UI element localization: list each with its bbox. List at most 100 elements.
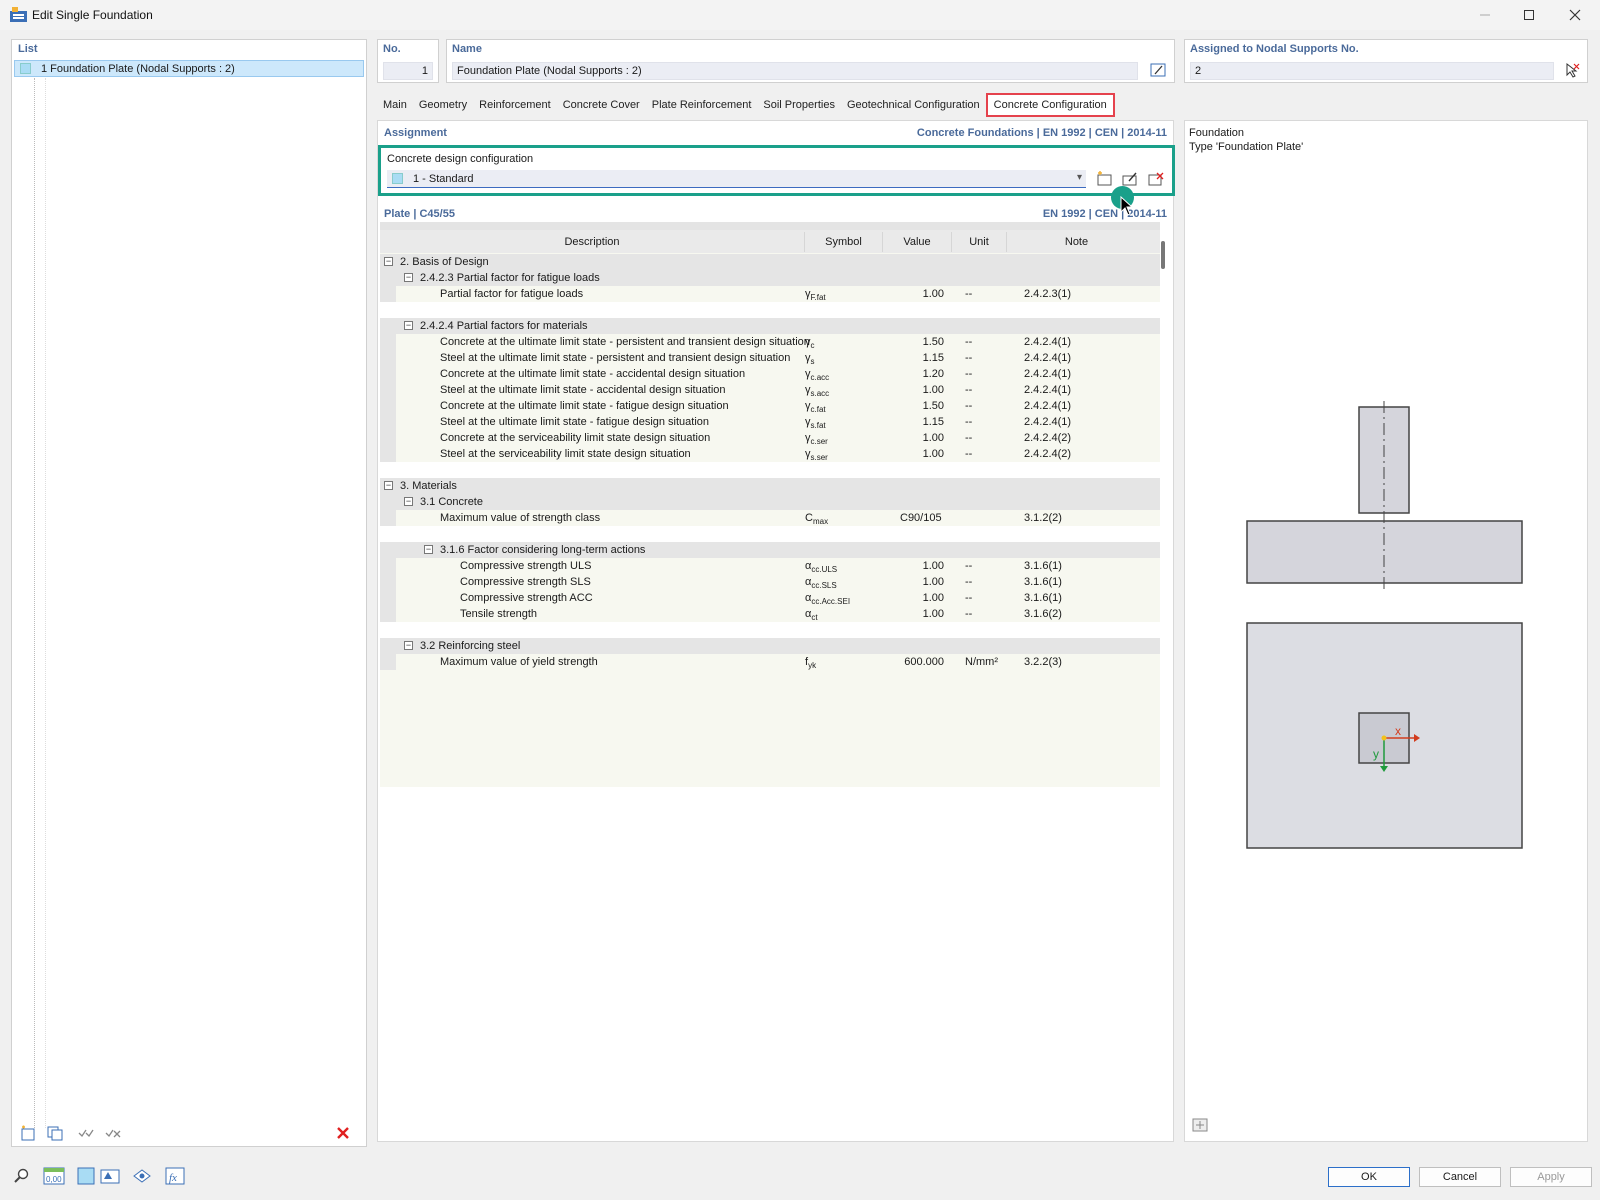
section-row[interactable]: −3.2 Reinforcing steel [380, 638, 1160, 654]
search-button[interactable] [11, 1166, 33, 1186]
section-row[interactable]: −3.1 Concrete [380, 494, 1160, 510]
row-value[interactable]: 1.50 [880, 400, 944, 412]
tab-concrete-configuration[interactable]: Concrete Configuration [985, 93, 1115, 117]
uncheck-all-button[interactable] [102, 1123, 124, 1143]
assigned-field[interactable]: 2 [1190, 62, 1554, 80]
row-value[interactable]: 1.15 [880, 352, 944, 364]
section-row[interactable]: −2. Basis of Design [380, 254, 1160, 270]
collapse-icon[interactable]: − [404, 497, 413, 506]
table-row[interactable]: Maximum value of strength class Cmax C90/1… [380, 510, 1160, 526]
table-scrollbar[interactable] [1161, 241, 1165, 269]
collapse-icon[interactable]: − [384, 257, 393, 266]
copy-item-button[interactable] [44, 1123, 66, 1143]
delete-configuration-button[interactable] [1145, 168, 1167, 190]
row-value[interactable]: 1.00 [880, 560, 944, 572]
row-symbol: αcc.SLS [805, 576, 837, 590]
collapse-icon[interactable]: − [404, 641, 413, 650]
symbol-subscript: s.fat [810, 421, 826, 431]
assignment-standard: Concrete Foundations | EN 1992 | CEN | 2… [916, 127, 1167, 139]
table-row[interactable]: Steel at the ultimate limit state - acci… [380, 382, 1160, 398]
mouse-cursor-icon [1120, 196, 1134, 216]
tab-geometry[interactable]: Geometry [413, 93, 473, 117]
delete-button[interactable] [332, 1123, 354, 1143]
table-row[interactable]: Concrete at the ultimate limit state - a… [380, 366, 1160, 382]
ok-button[interactable]: OK [1328, 1167, 1410, 1187]
list-item[interactable]: 1 Foundation Plate (Nodal Supports : 2) [14, 60, 364, 77]
section-row[interactable]: −2.4.2.3 Partial factor for fatigue load… [380, 270, 1160, 286]
row-value[interactable]: 1.00 [880, 384, 944, 396]
display-properties-button[interactable] [99, 1166, 121, 1186]
row-value[interactable]: 1.00 [880, 592, 944, 604]
row-unit: -- [965, 336, 973, 348]
units-button[interactable]: 0,00 [43, 1166, 65, 1186]
header-symbol: Symbol [804, 232, 882, 252]
tab-plate-reinforcement[interactable]: Plate Reinforcement [646, 93, 758, 117]
color-button[interactable] [75, 1166, 97, 1186]
table-row[interactable]: Partial factor for fatigue loads γF.fat 1.… [380, 286, 1160, 302]
collapse-icon[interactable]: − [404, 273, 413, 282]
row-symbol: γF.fat [805, 288, 826, 302]
color-swatch [20, 63, 31, 74]
row-value[interactable]: 1.00 [880, 576, 944, 588]
table-row[interactable]: Steel at the ultimate limit state - pers… [380, 350, 1160, 366]
cancel-button[interactable]: Cancel [1419, 1167, 1501, 1187]
table-row[interactable]: Concrete at the serviceability limit sta… [380, 430, 1160, 446]
view-button[interactable] [131, 1166, 153, 1186]
tab-concrete-cover[interactable]: Concrete Cover [557, 93, 646, 117]
check-all-button[interactable] [75, 1123, 97, 1143]
table-row[interactable]: Maximum value of yield strength fyk 600.00… [380, 654, 1160, 670]
table-row[interactable]: Compressive strength SLS αcc.SLS 1.00 -- 3.1… [380, 574, 1160, 590]
table-row[interactable]: Steel at the serviceability limit state … [380, 446, 1160, 462]
spacer-row [380, 526, 1160, 542]
formula-button[interactable]: fx [164, 1166, 186, 1186]
minimize-button[interactable] [1462, 0, 1508, 30]
row-value[interactable]: 1.00 [880, 608, 944, 620]
row-note: 2.4.2.4(1) [1024, 384, 1072, 396]
plate-elevation [1246, 520, 1523, 584]
row-value[interactable]: 1.20 [880, 368, 944, 380]
maximize-icon [1524, 10, 1534, 20]
row-value[interactable]: 600.000 [880, 656, 944, 668]
units-icon: 0,00 [43, 1167, 65, 1185]
number-field[interactable]: 1 [383, 62, 433, 80]
tab-reinforcement[interactable]: Reinforcement [473, 93, 557, 117]
new-item-button[interactable] [17, 1123, 39, 1143]
list-item-label: 1 Foundation Plate (Nodal Supports : 2) [41, 62, 235, 75]
maximize-button[interactable] [1506, 0, 1552, 30]
row-value[interactable]: C90/105 [900, 512, 964, 524]
collapse-icon[interactable]: − [424, 545, 433, 554]
edit-name-button[interactable] [1147, 60, 1169, 80]
pick-nodal-support-button[interactable] [1561, 60, 1583, 80]
formula-icon: fx [165, 1167, 185, 1185]
tab-main[interactable]: Main [377, 93, 413, 117]
table-row[interactable]: Compressive strength ULS αcc.ULS 1.00 -- 3.1… [380, 558, 1160, 574]
tab-soil-properties[interactable]: Soil Properties [757, 93, 841, 117]
collapse-icon[interactable]: − [404, 321, 413, 330]
tab-geotechnical-configuration[interactable]: Geotechnical Configuration [841, 93, 986, 117]
row-value[interactable]: 1.00 [880, 448, 944, 460]
section-row[interactable]: −3.1.6 Factor considering long-term acti… [380, 542, 1160, 558]
table-row[interactable]: Tensile strength αct 1.00 -- 3.1.6(2) [380, 606, 1160, 622]
row-note: 2.4.2.4(2) [1024, 432, 1072, 444]
row-unit: -- [965, 576, 973, 588]
apply-button[interactable]: Apply [1510, 1167, 1592, 1187]
collapse-icon[interactable]: − [384, 481, 393, 490]
row-value[interactable]: 1.00 [880, 288, 944, 300]
symbol-subscript: ct [811, 613, 818, 623]
design-configuration-select[interactable]: 1 - Standard ▾ [387, 170, 1086, 188]
row-value[interactable]: 1.50 [880, 336, 944, 348]
table-row[interactable]: Concrete at the ultimate limit state - f… [380, 398, 1160, 414]
section-row[interactable]: −2.4.2.4 Partial factors for materials [380, 318, 1160, 334]
row-value[interactable]: 1.15 [880, 416, 944, 428]
table-row[interactable]: Steel at the ultimate limit state - fati… [380, 414, 1160, 430]
header-description: Description [564, 236, 620, 248]
new-configuration-button[interactable] [1093, 168, 1115, 190]
table-row[interactable]: Compressive strength ACC αcc.Acc.SEI 1.00 -… [380, 590, 1160, 606]
list-panel: List 1 Foundation Plate (Nodal Supports … [11, 39, 367, 1147]
row-value[interactable]: 1.00 [880, 432, 944, 444]
name-field[interactable]: Foundation Plate (Nodal Supports : 2) [452, 62, 1138, 80]
close-button[interactable] [1552, 0, 1598, 30]
view-options-button[interactable] [1189, 1115, 1211, 1135]
section-row[interactable]: −3. Materials [380, 478, 1160, 494]
table-row[interactable]: Concrete at the ultimate limit state - p… [380, 334, 1160, 350]
